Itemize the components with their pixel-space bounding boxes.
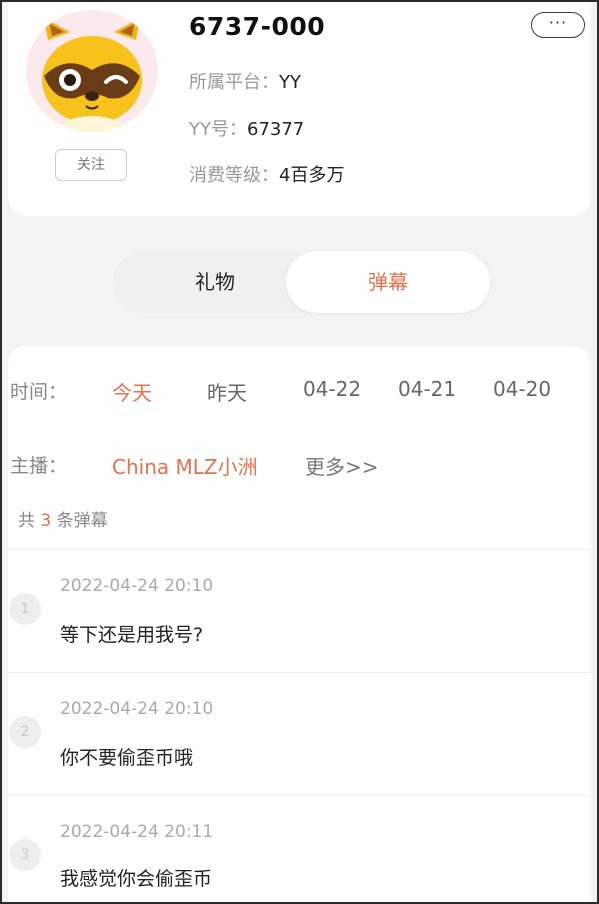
tab-switcher: 礼物 弹幕 (113, 251, 490, 313)
consumption-level-value: 4百多万 (279, 165, 345, 186)
yy-id-row: YY号：67377 (189, 115, 304, 141)
avatar[interactable] (26, 10, 158, 132)
profile-card: 关注 6737-000 ··· 所属平台：YY YY号：67377 消费等级：4… (8, 0, 591, 216)
message-text: 等下还是用我号? (60, 624, 204, 646)
follow-button[interactable]: 关注 (55, 149, 127, 181)
message-timestamp: 2022-04-24 20:10 (60, 576, 214, 596)
count-suffix: 条弹幕 (56, 511, 108, 531)
count-number: 3 (40, 511, 52, 531)
message-index-badge: 1 (9, 593, 41, 625)
more-options-button[interactable]: ··· (531, 12, 585, 38)
platform-label: 所属平台： (189, 72, 279, 93)
yy-id-value: 67377 (247, 119, 305, 140)
message-text: 我感觉你会偷歪币 (60, 868, 213, 890)
user-name: 6737-000 (189, 12, 326, 41)
host-filter-label: 主播： (10, 455, 68, 477)
platform-value: YY (279, 72, 301, 93)
message-index-badge: 2 (9, 716, 41, 748)
host-name-link[interactable]: China MLZ小洲 (112, 451, 258, 480)
consumption-level-row: 消费等级：4百多万 (189, 161, 344, 187)
message-index-badge: 3 (9, 839, 41, 871)
divider (8, 672, 591, 673)
consumption-level-label: 消费等级： (189, 165, 279, 186)
message-timestamp: 2022-04-24 20:11 (60, 822, 214, 842)
date-option-04-20[interactable]: 04-20 (493, 377, 551, 401)
message-text: 你不要偷歪币哦 (60, 747, 194, 769)
danmaku-count: 共 3 条弹幕 (18, 506, 108, 531)
date-option-04-21[interactable]: 04-21 (398, 377, 456, 401)
tab-danmaku[interactable]: 弹幕 (286, 251, 490, 313)
divider (8, 549, 591, 550)
date-option-yesterday[interactable]: 昨天 (207, 377, 247, 406)
message-timestamp: 2022-04-24 20:10 (60, 699, 214, 719)
platform-row: 所属平台：YY (189, 68, 301, 94)
raccoon-mascot-icon (26, 10, 158, 132)
date-option-today[interactable]: 今天 (112, 377, 152, 406)
yy-id-label: YY号： (189, 119, 247, 140)
time-filter-label: 时间： (10, 381, 68, 403)
date-option-04-22[interactable]: 04-22 (303, 377, 361, 401)
count-prefix: 共 (18, 511, 35, 531)
more-hosts-link[interactable]: 更多>> (305, 451, 379, 480)
divider (8, 795, 591, 796)
